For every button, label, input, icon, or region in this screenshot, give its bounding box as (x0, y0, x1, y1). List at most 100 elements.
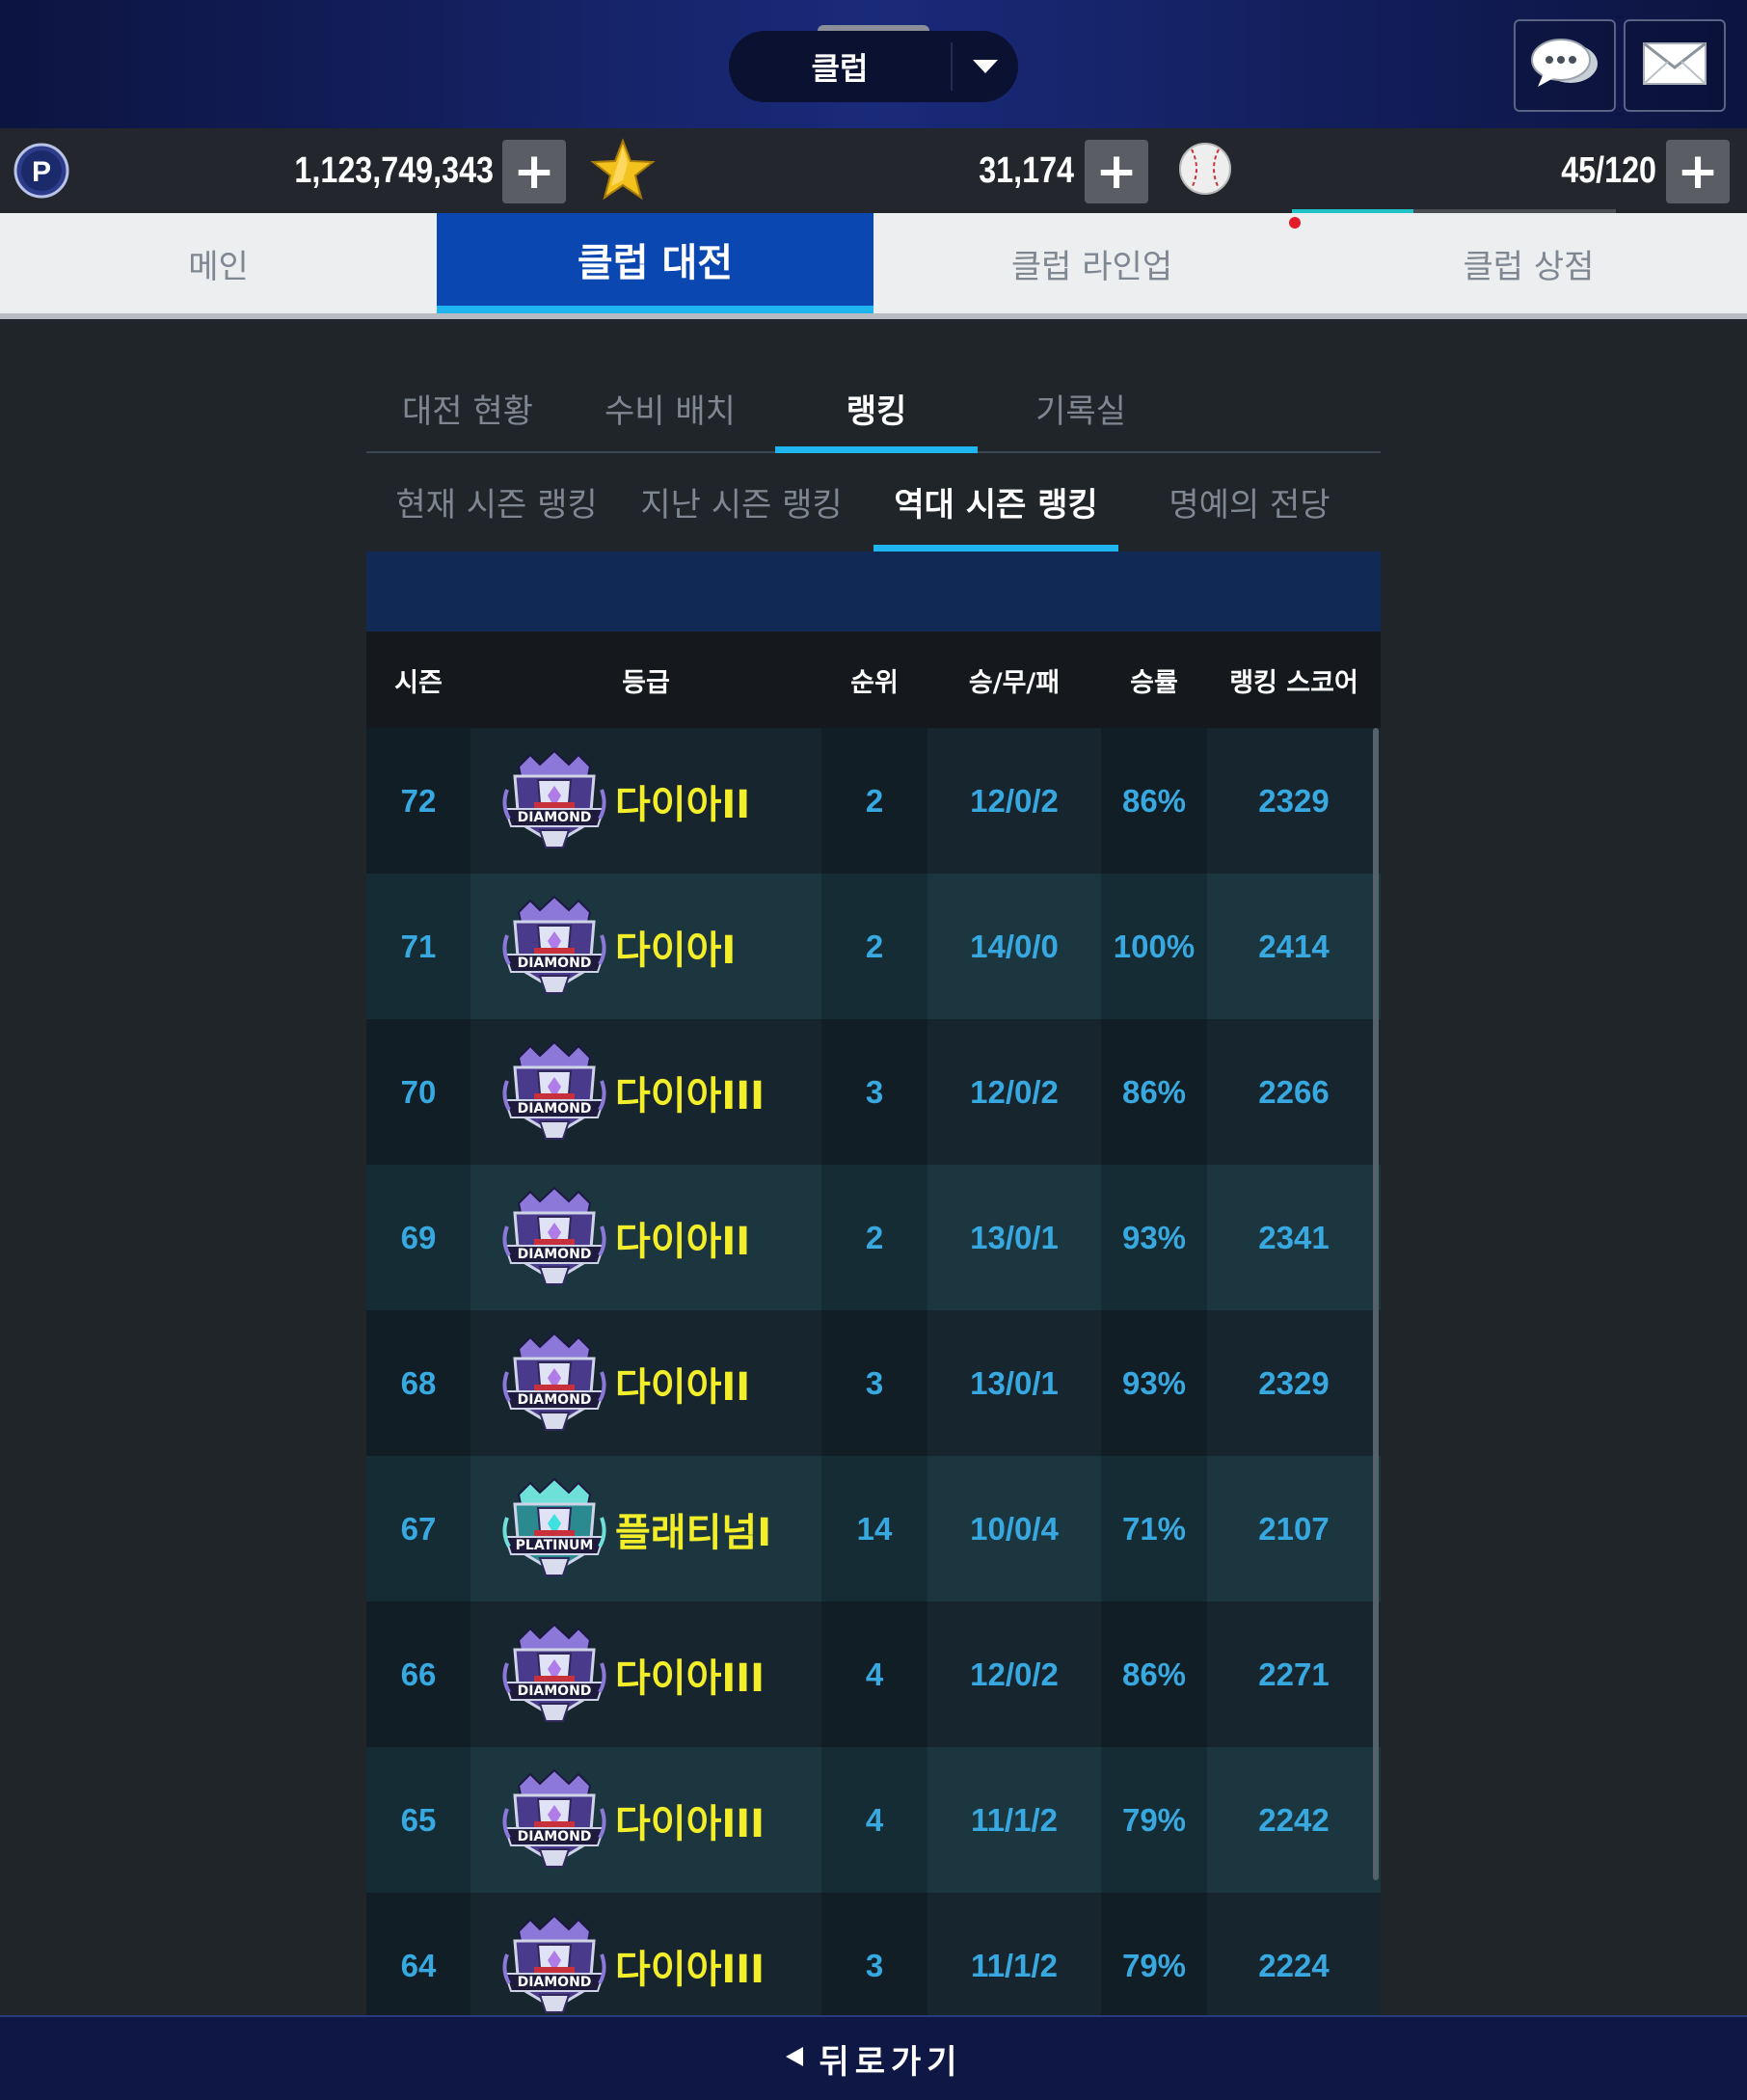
grade-name: 다이아III (615, 1801, 766, 1846)
diamond-badge-icon: DIAMOND (501, 1038, 607, 1146)
col-record: 승/무/패 (968, 667, 1061, 698)
rank-cell: 4 (821, 1602, 927, 1747)
add-energy-button[interactable]: + (1666, 140, 1730, 203)
main-tabs: 메인 클럽 대전 클럽 라인업 클럽 상점 (0, 213, 1747, 319)
tab-records[interactable]: 기록실 (980, 364, 1182, 451)
diamond-badge-icon: DIAMOND (501, 1330, 607, 1438)
tab-hall-of-fame[interactable]: 명예의 전당 (1138, 453, 1361, 550)
score-cell: 2414 (1258, 928, 1330, 964)
record-cell: 12/0/2 (970, 782, 1059, 819)
back-arrow-icon (784, 2045, 805, 2072)
tab-all-time-season-ranking[interactable]: 역대 시즌 랭킹 (874, 453, 1118, 552)
energy-value: 45/120 (1561, 150, 1656, 191)
rank-cell: 3 (821, 1893, 927, 2016)
tab-club-lineup[interactable]: 클럽 라인업 (874, 213, 1310, 313)
table-scrollbar[interactable] (1373, 728, 1379, 1880)
score-cell: 2107 (1258, 1510, 1330, 1547)
baseball-icon (1178, 142, 1232, 200)
season-cell: 64 (366, 1893, 470, 2016)
grade-name: 다이아III (615, 1656, 766, 1701)
winrate-cell: 86% (1101, 728, 1207, 874)
winrate-cell: 79% (1101, 1747, 1207, 1893)
rank-cell: 2 (821, 728, 927, 874)
badge-label: DIAMOND (517, 1246, 592, 1262)
season-cell: 69 (366, 1165, 470, 1310)
table-header: 시즌 등급 순위 승/무/패 승률 랭킹 스코어 (366, 632, 1381, 728)
score-cell: 2224 (1258, 1947, 1330, 1983)
diamond-badge-icon: DIAMOND (501, 893, 607, 1001)
tab-current-season-ranking[interactable]: 현재 시즌 랭킹 (384, 453, 609, 550)
notification-dot (1289, 217, 1301, 229)
points-value: 1,123,749,343 (294, 150, 494, 191)
diamond-badge-icon: DIAMOND (501, 747, 607, 855)
score-cell: 2329 (1258, 782, 1330, 819)
season-cell: 70 (366, 1019, 470, 1165)
score-cell: 2329 (1258, 1364, 1330, 1401)
grade-name: 다이아II (615, 782, 751, 827)
rank-cell: 3 (821, 1310, 927, 1456)
table-row: 64 DIAMOND 다이아III 3 11/1/2 79% 2224 (366, 1893, 1381, 2016)
p-coin-icon: P (13, 143, 69, 202)
tab-defense-lineup[interactable]: 수비 배치 (569, 364, 771, 451)
table-row: 69 DIAMOND 다이아II 2 13/0/1 93% 2341 (366, 1165, 1381, 1310)
badge-label: DIAMOND (517, 1100, 592, 1117)
caret-down-icon[interactable] (953, 58, 1018, 75)
grade-name: 다이아I (615, 928, 737, 973)
star-icon (590, 138, 656, 205)
grade-cell: PLATINUM 플래티넘I (470, 1456, 821, 1602)
table-row: 65 DIAMOND 다이아III 4 11/1/2 79% 2242 (366, 1747, 1381, 1893)
record-cell: 11/1/2 (971, 1947, 1058, 1983)
mail-button[interactable] (1624, 19, 1726, 112)
record-cell: 13/0/1 (970, 1364, 1059, 1401)
score-cell: 2271 (1258, 1656, 1330, 1692)
tab-last-season-ranking[interactable]: 지난 시즌 랭킹 (629, 453, 854, 550)
col-ranking-score: 랭킹 스코어 (1229, 667, 1358, 698)
grade-name: 다이아II (615, 1219, 751, 1264)
back-button[interactable]: 뒤로가기 (0, 2015, 1747, 2100)
badge-label: PLATINUM (515, 1537, 594, 1553)
grade-name: 플래티넘I (615, 1510, 772, 1555)
grade-cell: DIAMOND 다이아III (470, 1893, 821, 2016)
score-cell: 2266 (1258, 1073, 1330, 1110)
ranking-table-body[interactable]: 72 DIAMOND 다이아II 2 12/0/2 86% 2329 71 DI… (366, 728, 1381, 2016)
tab-battle-status[interactable]: 대전 현황 (366, 364, 569, 451)
currency-bar: P 1,123,749,343 + 31,174 + 45/120 + (0, 128, 1747, 214)
grade-cell: DIAMOND 다이아III (470, 1019, 821, 1165)
tab-ranking[interactable]: 랭킹 (775, 364, 978, 453)
chat-button[interactable] (1514, 19, 1616, 112)
badge-label: DIAMOND (517, 1974, 592, 1990)
tab-club-battle[interactable]: 클럽 대전 (437, 213, 874, 313)
svg-text:P: P (32, 156, 51, 188)
winrate-cell: 100% (1101, 874, 1207, 1019)
season-cell: 66 (366, 1602, 470, 1747)
club-menu-label: 클럽 (811, 50, 869, 87)
add-stars-button[interactable]: + (1085, 140, 1148, 203)
rank-cell: 3 (821, 1019, 927, 1165)
tab-club-shop[interactable]: 클럽 상점 (1310, 213, 1747, 313)
rank-cell: 2 (821, 874, 927, 1019)
table-row: 66 DIAMOND 다이아III 4 12/0/2 86% 2271 (366, 1602, 1381, 1747)
winrate-cell: 79% (1101, 1893, 1207, 2016)
season-cell: 68 (366, 1310, 470, 1456)
badge-label: DIAMOND (517, 1683, 592, 1699)
platinum-badge-icon: PLATINUM (501, 1475, 607, 1583)
season-cell: 65 (366, 1747, 470, 1893)
grade-name: 다이아II (615, 1364, 751, 1410)
add-points-button[interactable]: + (502, 140, 566, 203)
table-row: 68 DIAMOND 다이아II 3 13/0/1 93% 2329 (366, 1310, 1381, 1456)
record-cell: 12/0/2 (970, 1073, 1059, 1110)
score-cell: 2242 (1258, 1801, 1330, 1838)
tab-main[interactable]: 메인 (0, 213, 437, 313)
club-menu-dropdown[interactable]: 클럽 (729, 31, 1018, 102)
badge-label: DIAMOND (517, 1391, 592, 1408)
badge-label: DIAMOND (517, 809, 592, 825)
rank-cell: 2 (821, 1165, 927, 1310)
rank-cell: 14 (821, 1456, 927, 1602)
top-bar: 클럽 (0, 0, 1747, 128)
winrate-cell: 71% (1101, 1456, 1207, 1602)
winrate-cell: 93% (1101, 1165, 1207, 1310)
stars-value: 31,174 (979, 150, 1074, 191)
winrate-cell: 86% (1101, 1602, 1207, 1747)
record-cell: 11/1/2 (971, 1801, 1058, 1838)
grade-cell: DIAMOND 다이아III (470, 1747, 821, 1893)
